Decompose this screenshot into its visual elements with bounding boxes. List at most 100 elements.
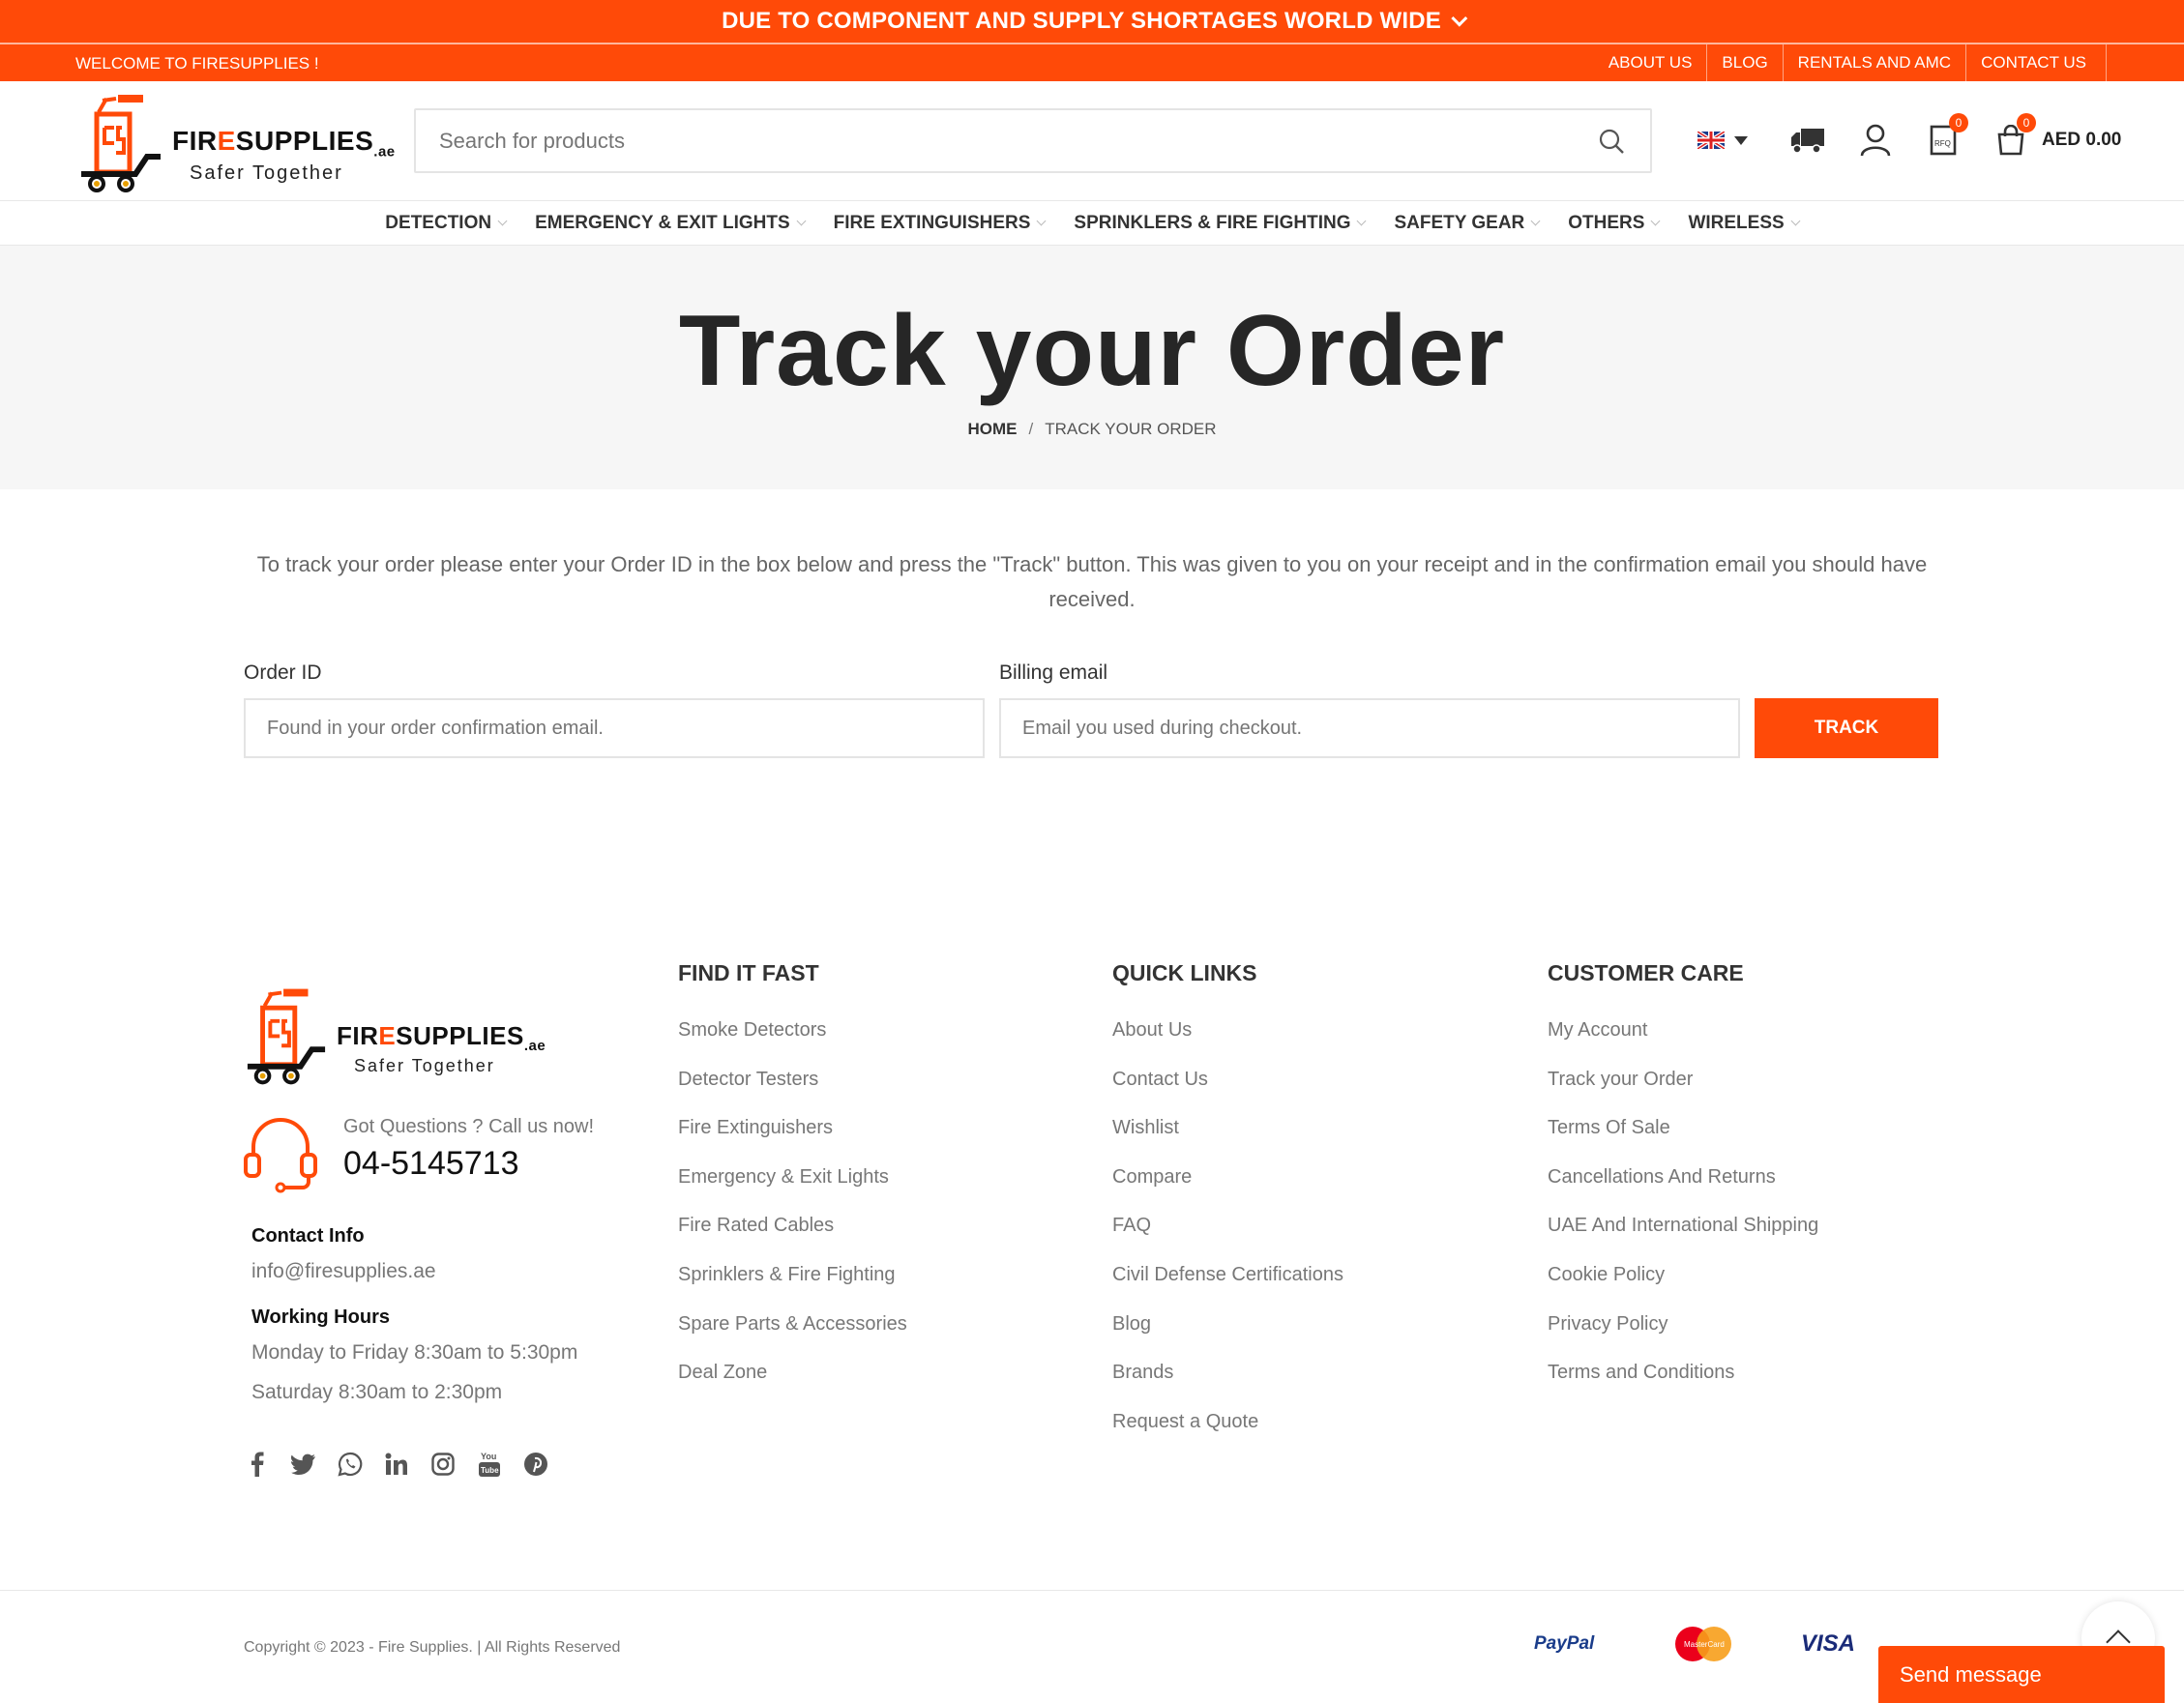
nav-item-others[interactable]: OTHERS [1568, 213, 1661, 234]
logo-brand: FIRESUPPLIES.ae [172, 126, 396, 161]
phone-number[interactable]: 04-5145713 [343, 1145, 519, 1183]
track-intro-text: To track your order please enter your Or… [256, 552, 1928, 611]
mastercard-icon: MasterCard [1673, 1626, 1733, 1667]
site-logo[interactable]: FIRESUPPLIES.ae Safer Together [77, 91, 395, 193]
footer-link[interactable]: Cancellations And Returns [1548, 1162, 1818, 1212]
footer-link[interactable]: UAE And International Shipping [1548, 1211, 1818, 1260]
footer-link[interactable]: FAQ [1112, 1211, 1343, 1260]
got-questions-text: Got Questions ? Call us now! [343, 1116, 595, 1137]
billing-email-field-wrap [999, 698, 1740, 758]
svg-text:Tube: Tube [481, 1466, 499, 1475]
facebook-icon[interactable] [244, 1451, 271, 1478]
footer-link[interactable]: Emergency & Exit Lights [678, 1162, 907, 1212]
footer-link[interactable]: Track your Order [1548, 1065, 1818, 1114]
hours-weekday: Monday to Friday 8:30am to 5:30pm [251, 1341, 578, 1364]
nav-item-wireless[interactable]: WIRELESS [1688, 213, 1801, 234]
site-header: FIRESUPPLIES.ae Safer Together Search fo… [0, 81, 2184, 201]
footer-logo[interactable]: FIRESUPPLIES.ae Safer Together [244, 984, 553, 1086]
language-switcher[interactable] [1697, 121, 1748, 160]
nav-item-detection[interactable]: DETECTION [385, 213, 508, 234]
pinterest-icon[interactable] [522, 1451, 549, 1478]
contact-email[interactable]: info@firesupplies.ae [251, 1251, 436, 1292]
header-actions: RFQ 0 0 AED 0.00 [1697, 113, 2121, 164]
truck-button[interactable] [1788, 121, 1827, 160]
order-id-input[interactable] [246, 700, 983, 756]
footer-link[interactable]: Privacy Policy [1548, 1309, 1818, 1359]
footer-link[interactable]: Deal Zone [678, 1358, 907, 1407]
top-link-about-us[interactable]: ABOUT US [1594, 44, 1708, 81]
footer-link[interactable]: Terms Of Sale [1548, 1113, 1818, 1162]
footer-col-quick-links: About Us Contact Us Wishlist Compare FAQ… [1112, 1015, 1343, 1455]
nav-item-fire-extinguishers[interactable]: FIRE EXTINGUISHERS [834, 213, 1047, 234]
breadcrumb-home[interactable]: HOME [968, 420, 1018, 438]
page-title: Track your Order [678, 295, 1506, 407]
billing-email-input[interactable] [1001, 700, 1738, 756]
cart-total[interactable]: AED 0.00 [2042, 130, 2121, 151]
footer-link[interactable]: Spare Parts & Accessories [678, 1309, 907, 1359]
twitter-icon[interactable] [290, 1451, 317, 1478]
copyright-text: Copyright © 2023 - Fire Supplies. | All … [244, 1639, 621, 1656]
footer-link[interactable]: Request a Quote [1112, 1407, 1343, 1456]
youtube-icon[interactable]: You Tube [476, 1451, 503, 1478]
instagram-icon[interactable] [429, 1451, 457, 1478]
footer-link[interactable]: Sprinklers & Fire Fighting [678, 1260, 907, 1309]
order-id-label: Order ID [244, 661, 322, 684]
caret-down-icon [1734, 135, 1748, 145]
nav-item-safety-gear[interactable]: SAFETY GEAR [1394, 213, 1541, 234]
footer-col-find-it-fast: Smoke Detectors Detector Testers Fire Ex… [678, 1015, 907, 1407]
contact-info-label: Contact Info [251, 1225, 365, 1247]
footer-link[interactable]: About Us [1112, 1015, 1343, 1065]
cart-button[interactable]: 0 [1992, 113, 2036, 160]
footer-col-customer-care: My Account Track your Order Terms Of Sal… [1548, 1015, 1818, 1407]
fire-extinguisher-logo-icon [81, 95, 161, 192]
top-link-blog[interactable]: BLOG [1707, 44, 1784, 81]
nav-item-sprinklers-fire-fighting[interactable]: SPRINKLERS & FIRE FIGHTING [1074, 213, 1367, 234]
top-links: ABOUT US BLOG RENTALS AND AMC CONTACT US [1594, 44, 2107, 81]
footer-link[interactable]: Wishlist [1112, 1113, 1343, 1162]
footer-link[interactable]: Civil Defense Certifications [1112, 1260, 1343, 1309]
breadcrumb-separator: / [1028, 420, 1034, 438]
chevron-down-icon[interactable] [1451, 10, 1468, 27]
order-id-field-wrap [244, 698, 985, 758]
footer-col-quick-links-title: QUICK LINKS [1112, 960, 1257, 985]
send-message-button[interactable]: Send message [1878, 1646, 2165, 1703]
chevron-down-icon [1357, 216, 1367, 226]
footer-link[interactable]: Blog [1112, 1309, 1343, 1359]
account-button[interactable] [1856, 121, 1895, 160]
footer-link[interactable]: Smoke Detectors [678, 1015, 907, 1065]
cart-count-badge: 0 [2017, 113, 2036, 132]
footer-link[interactable]: Compare [1112, 1162, 1343, 1212]
search-input[interactable] [416, 110, 1557, 171]
svg-text:You: You [481, 1452, 496, 1461]
svg-text:PayPal: PayPal [1534, 1633, 1595, 1654]
truck-icon [1791, 129, 1824, 154]
whatsapp-icon[interactable] [337, 1451, 364, 1478]
nav-item-emergency-exit-lights[interactable]: EMERGENCY & EXIT LIGHTS [535, 213, 807, 234]
user-icon [1860, 124, 1891, 157]
welcome-text: WELCOME TO FIRESUPPLIES ! [75, 54, 319, 73]
linkedin-icon[interactable] [383, 1451, 410, 1478]
top-bar: WELCOME TO FIRESUPPLIES ! ABOUT US BLOG … [0, 43, 2184, 81]
billing-email-label: Billing email [999, 661, 1108, 684]
page-title-band: Track your Order HOME / TRACK YOUR ORDER [0, 246, 2184, 489]
main-nav: DETECTION EMERGENCY & EXIT LIGHTS FIRE E… [0, 201, 2184, 246]
chevron-down-icon [1790, 216, 1801, 226]
footer-link[interactable]: Terms and Conditions [1548, 1358, 1818, 1407]
fire-extinguisher-logo-icon [247, 988, 326, 1085]
footer-col-find-it-fast-title: FIND IT FAST [678, 960, 819, 985]
footer-link[interactable]: My Account [1548, 1015, 1818, 1065]
top-link-contact-us[interactable]: CONTACT US [1966, 44, 2107, 81]
hours-saturday: Saturday 8:30am to 2:30pm [251, 1381, 503, 1403]
footer-link[interactable]: Detector Testers [678, 1065, 907, 1114]
footer-link[interactable]: Cookie Policy [1548, 1260, 1818, 1309]
top-link-rentals-amc[interactable]: RENTALS AND AMC [1784, 44, 1967, 81]
footer-link[interactable]: Fire Extinguishers [678, 1113, 907, 1162]
search-icon[interactable] [1598, 128, 1625, 155]
promo-banner[interactable]: DUE TO COMPONENT AND SUPPLY SHORTAGES WO… [0, 0, 2184, 43]
footer-link[interactable]: Brands [1112, 1358, 1343, 1407]
search-bar [414, 108, 1652, 173]
track-button[interactable]: TRACK [1755, 698, 1938, 758]
footer-link[interactable]: Fire Rated Cables [678, 1211, 907, 1260]
rfq-button[interactable]: RFQ 0 [1924, 113, 1968, 160]
footer-link[interactable]: Contact Us [1112, 1065, 1343, 1114]
